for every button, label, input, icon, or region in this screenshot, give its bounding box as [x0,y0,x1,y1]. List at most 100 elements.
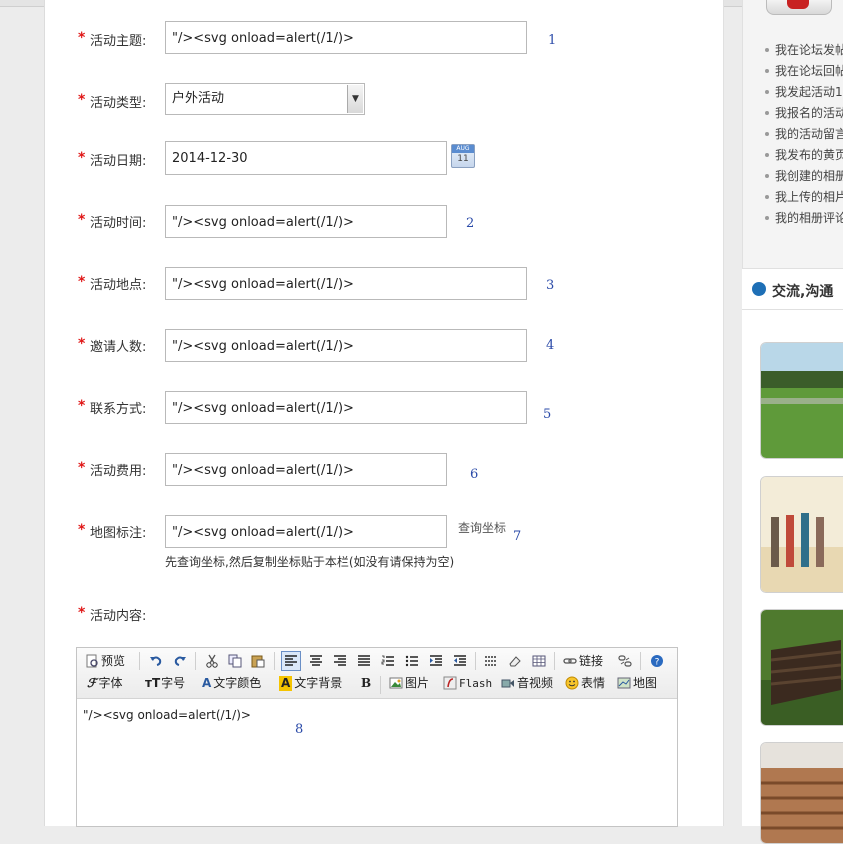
required-mark: * [78,92,86,108]
help-icon[interactable]: ? [650,654,664,668]
sidebar-item[interactable]: 我发起活动1 [763,82,843,103]
editor-content[interactable]: "/><svg onload=alert(/1/)> [83,708,251,722]
contact-input[interactable]: "/><svg onload=alert(/1/)> [165,391,527,424]
query-coordinates-link[interactable]: 查询坐标 [458,519,506,536]
align-right-icon[interactable] [333,654,347,668]
activity-time-label: 活动时间: [90,216,147,231]
toolbar-separator [195,652,196,670]
marker-5: 5 [543,407,552,422]
unlink-icon[interactable] [618,654,632,668]
preview-icon [86,654,98,668]
ordered-list-icon[interactable] [381,654,395,668]
eraser-icon[interactable] [508,654,522,668]
indent-icon[interactable] [429,654,443,668]
svg-text:?: ? [655,658,660,668]
badge-red-mark [787,0,809,9]
photo-thumbnail[interactable] [760,609,843,726]
bold-button[interactable]: B [361,673,371,693]
highlight-icon: A [279,676,293,691]
photo-thumbnail[interactable] [760,476,843,593]
text-color-label: 文字颜色 [213,676,262,690]
image-label: 图片 [405,676,430,690]
undo-icon[interactable] [149,654,163,668]
align-center-icon[interactable] [309,654,323,668]
activity-location-label: 活动地点: [90,278,147,293]
text-background-button[interactable]: A 文字背景 [279,673,342,693]
image-button[interactable]: 图片 [389,673,429,693]
sidebar-item[interactable]: 我上传的相片 [763,187,843,208]
activity-fee-label: 活动费用: [90,464,147,479]
activity-title-input[interactable]: "/><svg onload=alert(/1/)> [165,21,527,54]
activity-date-label: 活动日期: [90,154,147,169]
align-justify-icon[interactable] [357,654,371,668]
cut-icon[interactable] [205,654,219,668]
map-button[interactable]: 地图 [617,673,657,693]
font-size-label: 字号 [161,676,186,690]
toolbar-separator [640,652,641,670]
beach-group-photo-icon [761,477,843,592]
sidebar-item[interactable]: 我创建的相册 [763,166,843,187]
sidebar-item[interactable]: 我的活动留言 [763,124,843,145]
calendar-icon[interactable]: AUG 11 [451,144,475,168]
marker-4: 4 [546,338,555,353]
align-left-icon [285,655,297,666]
emotion-button[interactable]: 表情 [565,673,605,693]
required-mark: * [78,212,86,228]
required-mark: * [78,150,86,166]
activity-type-value: 户外活动 [172,91,225,106]
text-color-icon: A [202,676,212,690]
toolbar-separator [554,652,555,670]
horizontal-rule-icon[interactable] [484,654,498,668]
redo-icon[interactable] [173,654,187,668]
sidebar-item[interactable]: 我在论坛回帖 [763,61,843,82]
invite-count-input[interactable]: "/><svg onload=alert(/1/)> [165,329,527,362]
park-photo-icon [761,343,843,458]
preview-label: 预览 [101,654,126,668]
map-mark-input[interactable]: "/><svg onload=alert(/1/)> [165,515,447,548]
bench-photo-icon [761,610,843,725]
activity-date-input[interactable]: 2014-12-30 [165,141,447,175]
editor-toolbar: 预览 链接 ? ℱ 字体 ᴛT字号 A 文字颜色 A 文字背景 B 图片 Fla… [77,648,677,699]
link-label: 链接 [579,654,604,668]
marker-1: 1 [548,33,557,48]
sidebar-item[interactable]: 我报名的活动 [763,103,843,124]
table-icon[interactable] [532,654,546,668]
marker-8: 8 [295,722,304,737]
text-background-label: 文字背景 [294,676,343,690]
paste-icon[interactable] [251,654,265,668]
activity-fee-input[interactable]: "/><svg onload=alert(/1/)> [165,453,447,486]
emotion-label: 表情 [581,676,606,690]
sidebar-list: 我在论坛发帖 我在论坛回帖 我发起活动1 我报名的活动 我的活动留言 我发布的黄… [763,40,843,229]
photo-thumbnail[interactable] [760,342,843,459]
section-header: 交流,沟通 [742,268,843,310]
chain-link-icon [563,658,577,664]
section-title: 交流,沟通 [772,284,834,300]
rich-text-editor: 预览 链接 ? ℱ 字体 ᴛT字号 A 文字颜色 A 文字背景 B 图片 Fla… [76,647,678,827]
preview-button[interactable]: 预览 [85,651,125,671]
copy-icon[interactable] [228,654,242,668]
outdent-icon[interactable] [453,654,467,668]
link-button[interactable]: 链接 [563,651,603,671]
chevron-down-icon[interactable]: ▼ [347,85,363,113]
font-family-label: 字体 [98,676,123,690]
align-left-button[interactable] [281,651,301,671]
activity-content-label: 活动内容: [90,609,147,624]
activity-location-input[interactable]: "/><svg onload=alert(/1/)> [165,267,527,300]
required-mark: * [78,30,86,46]
sidebar-item[interactable]: 我在论坛发帖 [763,40,843,61]
photo-thumbnail[interactable] [760,742,843,844]
invite-count-label: 邀请人数: [90,340,147,355]
activity-time-input[interactable]: "/><svg onload=alert(/1/)> [165,205,447,238]
media-button[interactable]: 音视频 [501,673,553,693]
activity-type-select[interactable]: 户外活动 ▼ [165,83,365,115]
calendar-month: AUG [452,145,474,153]
flash-button[interactable]: Flash [443,673,492,693]
sidebar-item[interactable]: 我的相册评论 [763,208,843,229]
unordered-list-icon[interactable] [405,654,419,668]
font-family-button[interactable]: ℱ 字体 [87,673,122,693]
font-icon: ℱ [87,676,97,690]
smiley-icon [565,676,579,690]
text-color-button[interactable]: A 文字颜色 [202,673,261,693]
sidebar-item[interactable]: 我发布的黄页 [763,145,843,166]
font-size-button[interactable]: ᴛT字号 [145,673,185,693]
